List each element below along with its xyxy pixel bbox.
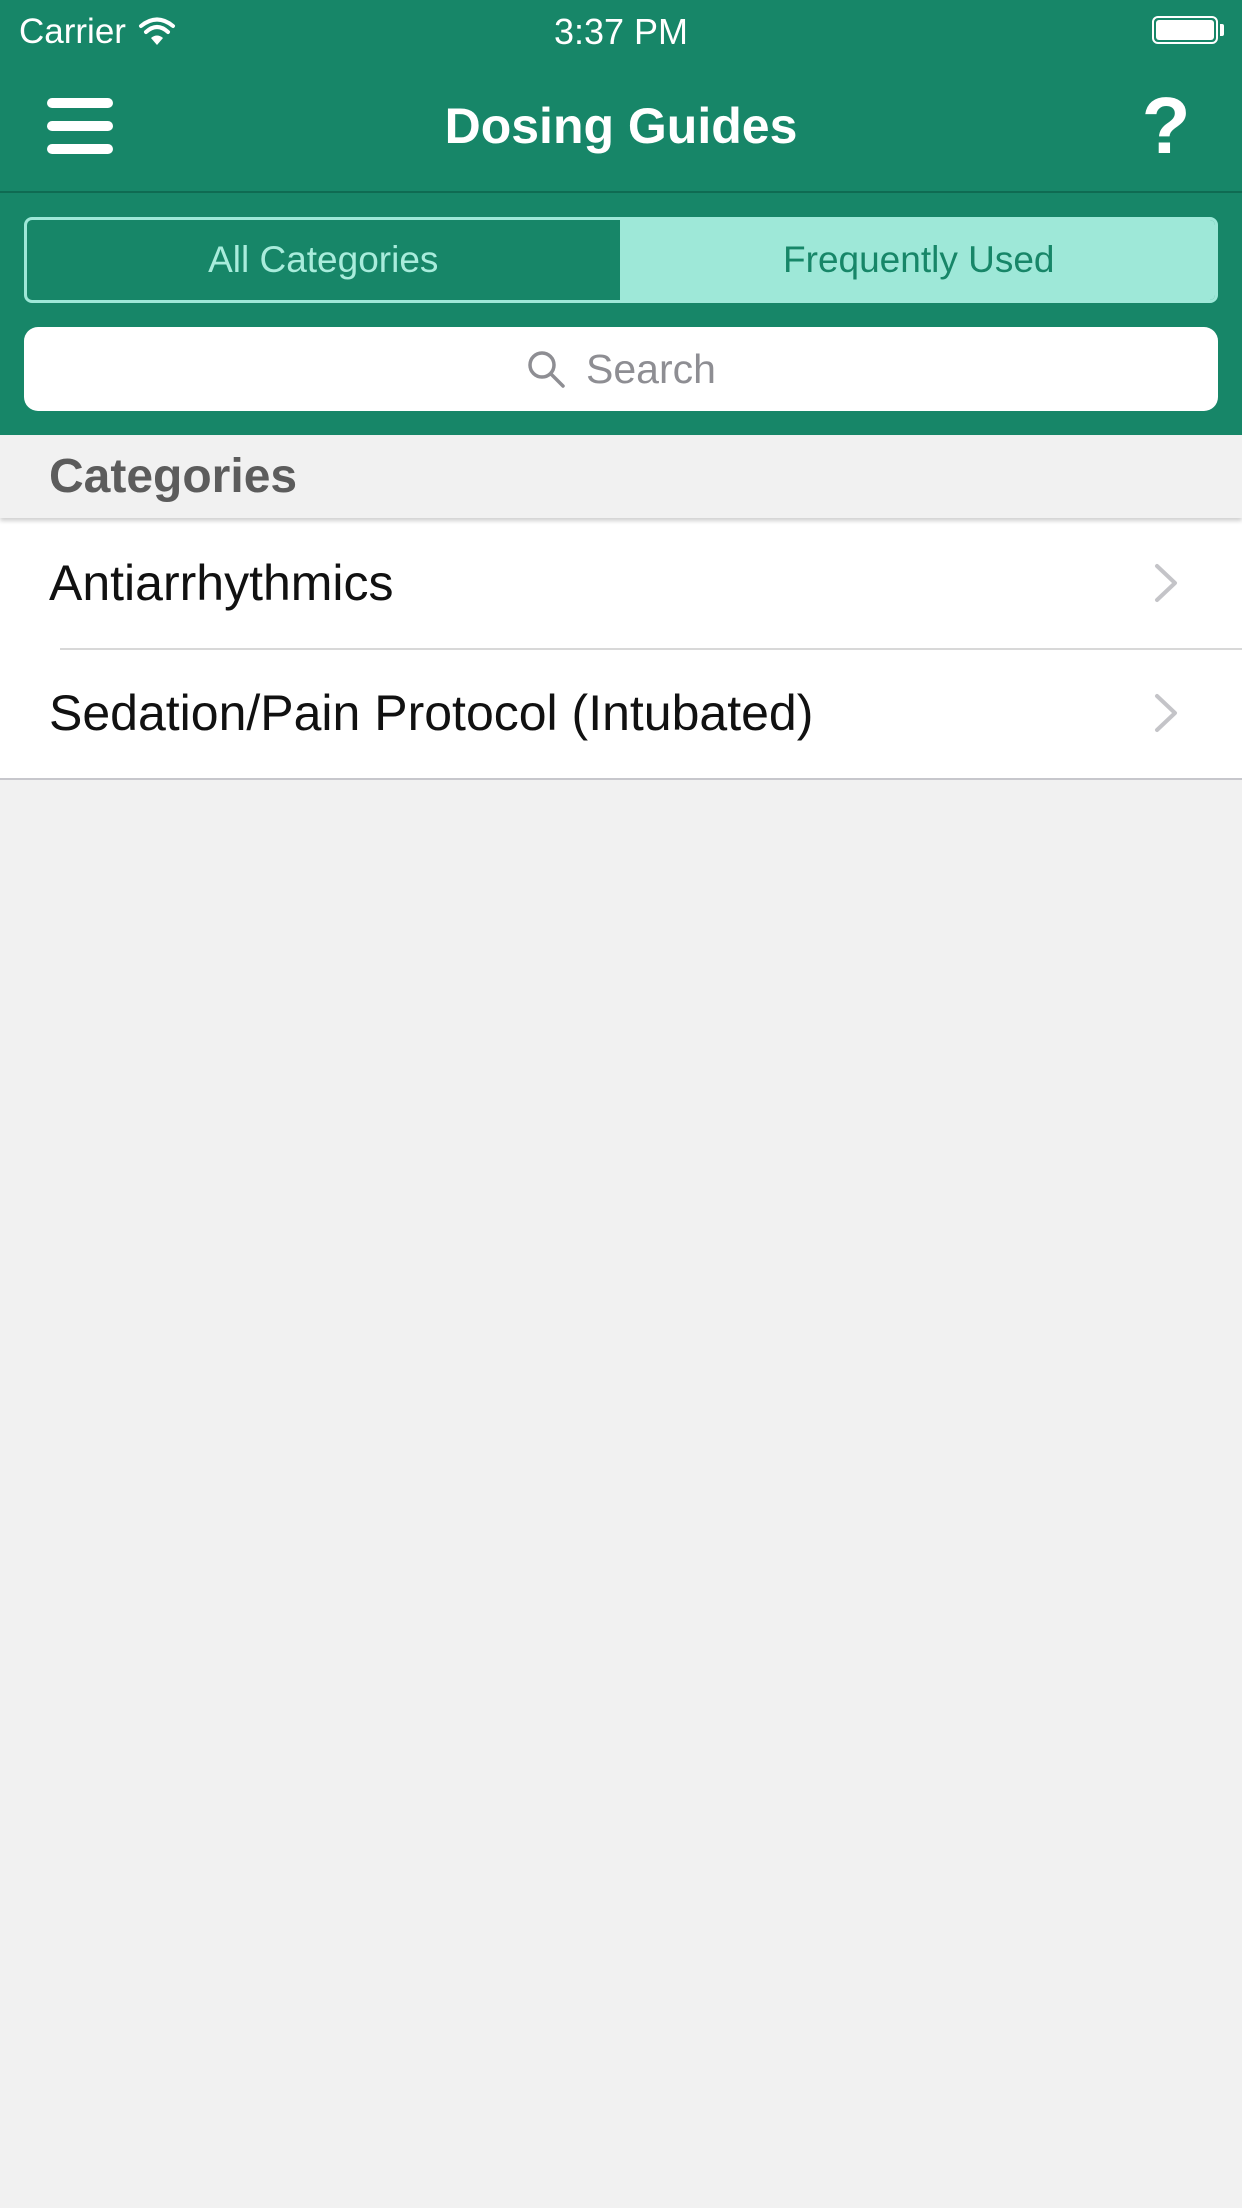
page-title: Dosing Guides — [444, 98, 798, 154]
chevron-right-icon — [1155, 564, 1177, 602]
list-item-label: Sedation/Pain Protocol (Intubated) — [49, 685, 814, 741]
search-input[interactable]: Search — [24, 327, 1218, 411]
segment-frequently-used[interactable]: Frequently Used — [622, 220, 1215, 300]
battery-nub — [1220, 24, 1224, 36]
section-title: Categories — [49, 450, 298, 503]
category-list: Antiarrhythmics Sedation/Pain Protocol (… — [0, 518, 1242, 780]
chevron-right-icon — [1155, 694, 1177, 732]
segment-all-categories[interactable]: All Categories — [27, 220, 623, 300]
category-segmented-control: All Categories Frequently Used — [24, 217, 1218, 303]
search-icon — [528, 351, 565, 388]
help-button[interactable]: ? — [1130, 84, 1202, 168]
hamburger-menu-icon — [47, 98, 113, 154]
list-item-antiarrhythmics[interactable]: Antiarrhythmics — [0, 518, 1242, 648]
list-item-label: Antiarrhythmics — [49, 555, 394, 611]
battery-icon — [1152, 16, 1218, 44]
header-area: Carrier 3:37 PM Dosing Guides ? All Cate… — [0, 0, 1242, 435]
section-header: Categories — [0, 436, 1242, 518]
status-time: 3:37 PM — [553, 11, 689, 52]
nav-divider — [0, 191, 1242, 193]
battery-level — [1156, 20, 1214, 40]
list-item-sedation-pain-protocol[interactable]: Sedation/Pain Protocol (Intubated) — [0, 648, 1242, 778]
search-placeholder: Search — [586, 345, 716, 392]
menu-button[interactable] — [40, 90, 120, 162]
